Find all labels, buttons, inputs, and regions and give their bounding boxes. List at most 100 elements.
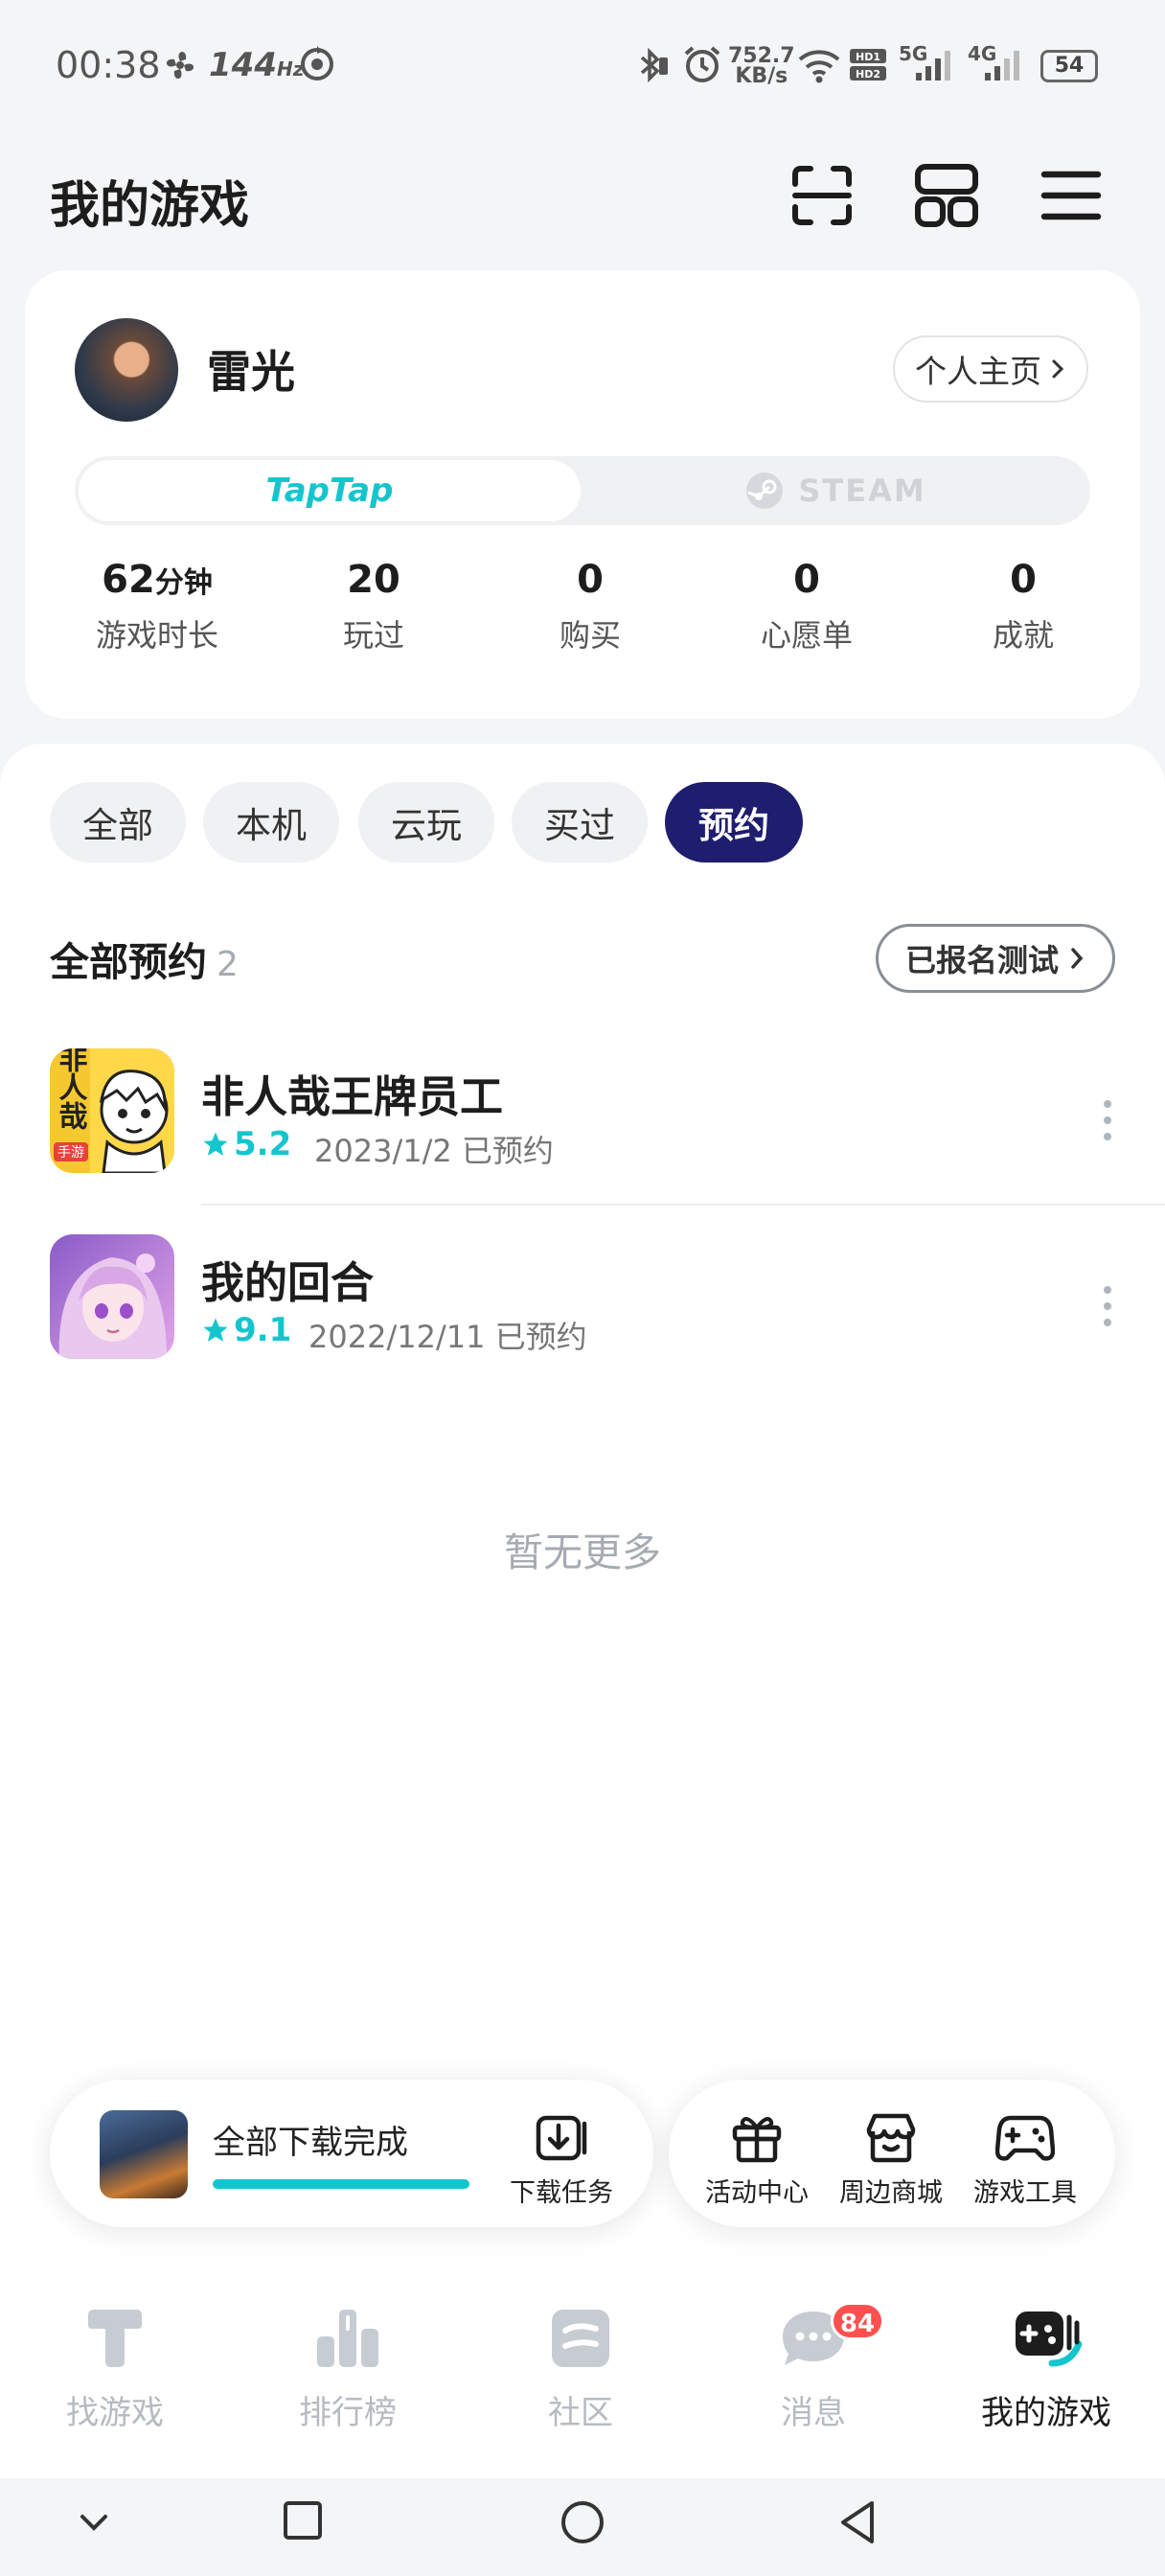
section-title-text: 全部预约 xyxy=(50,939,207,985)
ranking-icon xyxy=(317,2310,378,2367)
section-count: 2 xyxy=(217,945,239,984)
signed-up-tests-label: 已报名测试 xyxy=(904,942,1059,978)
bluetooth-icon xyxy=(640,47,668,83)
nav-discover[interactable]: 找游戏 xyxy=(19,2302,211,2433)
game-icon-art: 非人哉 手游 xyxy=(50,1048,174,1173)
activity-center-button[interactable]: 活动中心 xyxy=(690,2110,824,2209)
games-panel: 全部 本机 云玩 买过 预约 全部预约 2 已报名测试 非人哉 手游 非人哉王牌员… xyxy=(0,744,1165,2277)
download-progress-bar xyxy=(213,2179,469,2189)
steam-icon xyxy=(746,472,784,509)
game-rating: 5.2 xyxy=(201,1125,291,1163)
tool-label: 周边商城 xyxy=(839,2178,943,2208)
filter-bought[interactable]: 买过 xyxy=(512,782,648,862)
filter-all[interactable]: 全部 xyxy=(50,782,186,862)
fan-icon xyxy=(166,51,194,80)
stat-label: 成就 xyxy=(992,617,1054,654)
hd-icon: HD1 HD2 xyxy=(850,49,886,80)
game-rating-value: 5.2 xyxy=(234,1125,292,1163)
nav-label: 社区 xyxy=(548,2394,613,2432)
download-tasks-button[interactable]: 下载任务 xyxy=(504,2110,619,2209)
signal-icon-sim1 xyxy=(916,51,950,80)
game-name: 非人哉王牌员工 xyxy=(201,1071,504,1122)
stat-playtime[interactable]: 62分钟 游戏时长 xyxy=(71,558,243,656)
tab-taptap[interactable]: TapTap xyxy=(79,460,581,521)
chevron-right-icon xyxy=(1071,948,1084,969)
stat-purchased[interactable]: 0 购买 xyxy=(504,558,676,656)
menu-icon[interactable] xyxy=(1037,161,1106,230)
more-options-icon[interactable] xyxy=(1098,1096,1117,1144)
game-tools-button[interactable]: 游戏工具 xyxy=(958,2110,1092,2209)
list-item[interactable]: 我的回合 9.1 2022/12/11 已预约 xyxy=(50,1234,1165,1368)
alarm-icon xyxy=(684,46,720,82)
download-widget[interactable]: 全部下载完成 下载任务 xyxy=(50,2080,653,2227)
list-item[interactable]: 非人哉 手游 非人哉王牌员工 5.2 2023/1/2 已预约 xyxy=(50,1048,1165,1183)
merch-store-button[interactable]: 周边商城 xyxy=(824,2110,958,2209)
svg-text:HD2: HD2 xyxy=(856,68,880,80)
game-icon xyxy=(50,1234,174,1359)
net-speed-unit: KB/s xyxy=(735,64,788,88)
net-speed-value: 752.7 xyxy=(728,44,795,68)
recent-apps-icon[interactable] xyxy=(282,2499,324,2542)
tool-label: 游戏工具 xyxy=(973,2178,1077,2208)
home-icon[interactable] xyxy=(560,2499,605,2545)
tools-widget: 活动中心 周边商城 游戏工具 xyxy=(669,2080,1115,2227)
section-title: 全部预约 2 xyxy=(50,930,239,987)
username: 雷光 xyxy=(207,346,295,398)
profile-card: 雷光 个人主页 TapTap STEAM 62分钟 游戏时长 20 玩过 0 购… xyxy=(25,270,1140,719)
nav-label: 找游戏 xyxy=(66,2394,164,2432)
download-status: 全部下载完成 xyxy=(213,2124,408,2162)
net-speed: 752.7 KB/s xyxy=(728,44,795,88)
more-options-icon[interactable] xyxy=(1098,1282,1117,1330)
signed-up-tests-button[interactable]: 已报名测试 xyxy=(876,924,1115,993)
stat-wishlist[interactable]: 0 心愿单 xyxy=(720,558,893,656)
filter-reserved[interactable]: 预约 xyxy=(665,782,803,862)
avatar[interactable] xyxy=(75,318,178,422)
refresh-rate-value: 144 xyxy=(209,46,277,84)
community-icon xyxy=(552,2310,609,2367)
nav-messages[interactable]: 消息 84 xyxy=(718,2302,909,2433)
stat-label: 玩过 xyxy=(342,617,404,654)
chevron-down-icon[interactable] xyxy=(75,2503,113,2542)
stat-value: 20 xyxy=(347,558,400,602)
nav-label: 排行榜 xyxy=(299,2394,397,2432)
personal-homepage-button[interactable]: 个人主页 xyxy=(893,335,1088,402)
stat-number: 62 xyxy=(102,558,155,602)
my-games-icon xyxy=(1016,2312,1083,2367)
discover-icon xyxy=(88,2310,142,2367)
scan-icon[interactable] xyxy=(788,161,857,230)
divider xyxy=(201,1204,1165,1206)
stat-label: 心愿单 xyxy=(760,617,853,654)
download-task-icon xyxy=(536,2115,587,2161)
stat-achievements[interactable]: 0 成就 xyxy=(937,558,1109,656)
game-icon: 非人哉 手游 xyxy=(50,1048,174,1173)
nav-community[interactable]: 社区 xyxy=(485,2302,676,2433)
stat-value: 0 xyxy=(793,558,820,602)
filter-cloud[interactable]: 云玩 xyxy=(358,782,494,862)
game-name: 我的回合 xyxy=(201,1257,375,1308)
stat-played[interactable]: 20 玩过 xyxy=(287,558,460,656)
stat-value: 62分钟 xyxy=(71,558,243,602)
download-tasks-label: 下载任务 xyxy=(510,2178,613,2208)
battery-indicator: 54 xyxy=(1040,50,1098,82)
star-icon xyxy=(203,1132,228,1156)
nav-ranking[interactable]: 排行榜 xyxy=(252,2302,444,2433)
status-time: 00:38 xyxy=(56,44,161,86)
nav-label: 我的游戏 xyxy=(981,2394,1111,2432)
game-icon-tag: 手游 xyxy=(57,1145,84,1161)
svg-text:HD1: HD1 xyxy=(856,51,880,63)
tab-steam[interactable]: STEAM xyxy=(584,456,1086,525)
stat-value: 0 xyxy=(577,558,604,602)
star-icon xyxy=(203,1318,228,1342)
stat-value: 0 xyxy=(1010,558,1037,602)
nav-my-games[interactable]: 我的游戏 xyxy=(950,2302,1142,2433)
tab-steam-label: STEAM xyxy=(798,472,926,509)
grid-icon[interactable] xyxy=(912,161,981,230)
sync-icon xyxy=(301,46,333,80)
reserve-date: 2023/1/2 已预约 xyxy=(314,1133,554,1169)
game-icon-art xyxy=(50,1234,174,1359)
back-icon[interactable] xyxy=(837,2499,879,2545)
wifi-icon xyxy=(798,50,840,83)
bottom-nav: 找游戏 排行榜 社区 消息 84 我的游戏 xyxy=(0,2277,1165,2478)
signal-icon-sim2 xyxy=(985,51,1019,80)
filter-local[interactable]: 本机 xyxy=(203,782,339,862)
